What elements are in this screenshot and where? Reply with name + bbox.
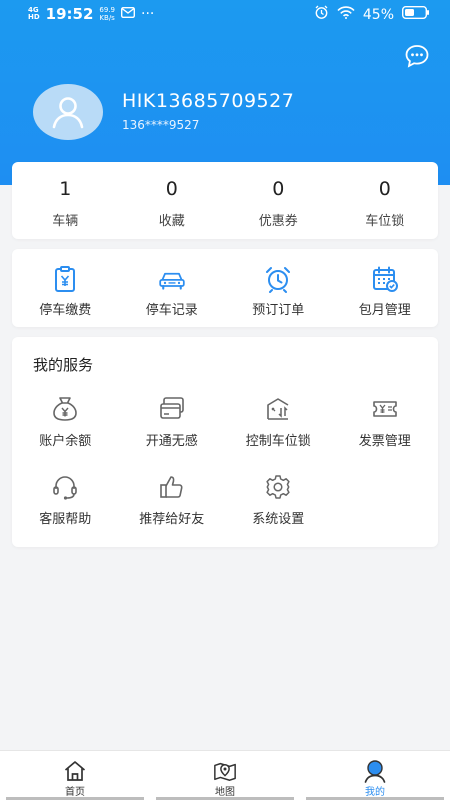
user-icon [364, 760, 386, 783]
reservation-orders-label: 预订订单 [252, 303, 305, 318]
parking-payment-button[interactable]: 停车缴费 [12, 249, 119, 327]
control-parking-lock-label: 控制车位锁 [245, 434, 311, 449]
stat-label: 收藏 [158, 214, 185, 229]
network-speed: 69.9 KB/s [99, 6, 115, 22]
speed-value: 69.9 [99, 6, 116, 14]
car-icon [159, 272, 185, 290]
account-balance-label: 账户余额 [39, 434, 92, 449]
monthly-management-label: 包月管理 [358, 303, 411, 318]
parking-lock-icon [267, 398, 289, 420]
enable-contactless-label: 开通无感 [145, 434, 198, 449]
control-parking-lock-button[interactable]: 控制车位锁 [225, 395, 332, 473]
monthly-management-button[interactable]: 包月管理 [332, 249, 439, 327]
account-balance-button[interactable]: 账户余额 [12, 395, 119, 473]
alarm-icon [314, 5, 329, 24]
stat-coupons[interactable]: 0 优惠券 [225, 162, 332, 239]
more-indicator: ··· [141, 6, 155, 22]
headset-icon [53, 476, 78, 500]
status-time: 19:52 [45, 5, 94, 23]
tab-mine[interactable]: 我的 [300, 751, 450, 800]
stat-favorites[interactable]: 0 收藏 [119, 162, 226, 239]
tab-home[interactable]: 首页 [0, 751, 150, 800]
tab-home-label: 首页 [65, 787, 85, 798]
stat-parking-locks[interactable]: 0 车位锁 [332, 162, 439, 239]
customer-service-button[interactable]: 客服帮助 [12, 473, 119, 551]
services-card: 我的服务 账户余额 开通无感 控制车位锁 发票管理 客服帮助 推荐给好友 系统设… [12, 337, 438, 547]
message-button[interactable] [404, 44, 430, 68]
wifi-icon [337, 6, 355, 23]
parking-payment-icon [55, 266, 76, 292]
calendar-check-icon [372, 266, 398, 292]
parking-records-button[interactable]: 停车记录 [119, 249, 226, 327]
gear-icon [266, 475, 290, 499]
stats-card: 1 车辆 0 收藏 0 优惠券 0 车位锁 [12, 162, 438, 239]
stat-vehicles[interactable]: 1 车辆 [12, 162, 119, 239]
card-icon [159, 397, 184, 419]
battery-icon [401, 5, 430, 23]
invoice-icon [372, 401, 397, 417]
map-icon [214, 762, 236, 781]
speed-unit: KB/s [99, 14, 115, 22]
services-title: 我的服务 [33, 356, 94, 374]
customer-service-label: 客服帮助 [39, 512, 92, 527]
profile-header: 4G HD 19:52 69.9 KB/s ··· 45% HIK1368570… [0, 0, 450, 185]
chat-bubble-icon [405, 45, 429, 68]
user-icon [52, 97, 84, 129]
stat-label: 优惠券 [258, 214, 298, 229]
tab-mine-label: 我的 [365, 787, 385, 798]
parking-payment-label: 停车缴费 [39, 303, 92, 318]
services-grid: 账户余额 开通无感 控制车位锁 发票管理 客服帮助 推荐给好友 系统设置 [12, 395, 438, 551]
home-icon [64, 761, 86, 781]
alarm-clock-icon [266, 267, 291, 293]
recommend-friends-button[interactable]: 推荐给好友 [119, 473, 226, 551]
stat-value: 0 [272, 178, 285, 200]
invoice-management-button[interactable]: 发票管理 [332, 395, 439, 473]
system-settings-button[interactable]: 系统设置 [225, 473, 332, 551]
reservation-orders-button[interactable]: 预订订单 [225, 249, 332, 327]
stat-value: 0 [378, 178, 391, 200]
stat-label: 车位锁 [365, 214, 405, 229]
stat-value: 1 [59, 178, 72, 200]
avatar[interactable] [33, 84, 103, 140]
tab-map[interactable]: 地图 [150, 751, 300, 800]
stat-label: 车辆 [52, 214, 79, 229]
recommend-friends-label: 推荐给好友 [139, 512, 205, 527]
network-sub: HD [28, 13, 40, 21]
network-indicator: 4G HD [28, 7, 40, 21]
stat-value: 0 [165, 178, 178, 200]
parking-menu-card: 停车缴费 停车记录 预订订单 包月管理 [12, 249, 438, 327]
status-bar: 4G HD 19:52 69.9 KB/s ··· 45% [0, 0, 450, 30]
username[interactable]: HIK13685709527 [122, 90, 294, 112]
bottom-tab-bar: 首页 地图 我的 [0, 750, 450, 800]
mail-icon [121, 6, 136, 22]
thumbs-up-icon [159, 476, 183, 498]
money-bag-icon [53, 397, 78, 421]
phone-number: 136****9527 [122, 118, 200, 132]
system-settings-label: 系统设置 [252, 512, 305, 527]
tab-map-label: 地图 [215, 787, 235, 798]
battery-percent: 45% [362, 6, 394, 23]
enable-contactless-button[interactable]: 开通无感 [119, 395, 226, 473]
invoice-management-label: 发票管理 [358, 434, 411, 449]
parking-records-label: 停车记录 [145, 303, 198, 318]
